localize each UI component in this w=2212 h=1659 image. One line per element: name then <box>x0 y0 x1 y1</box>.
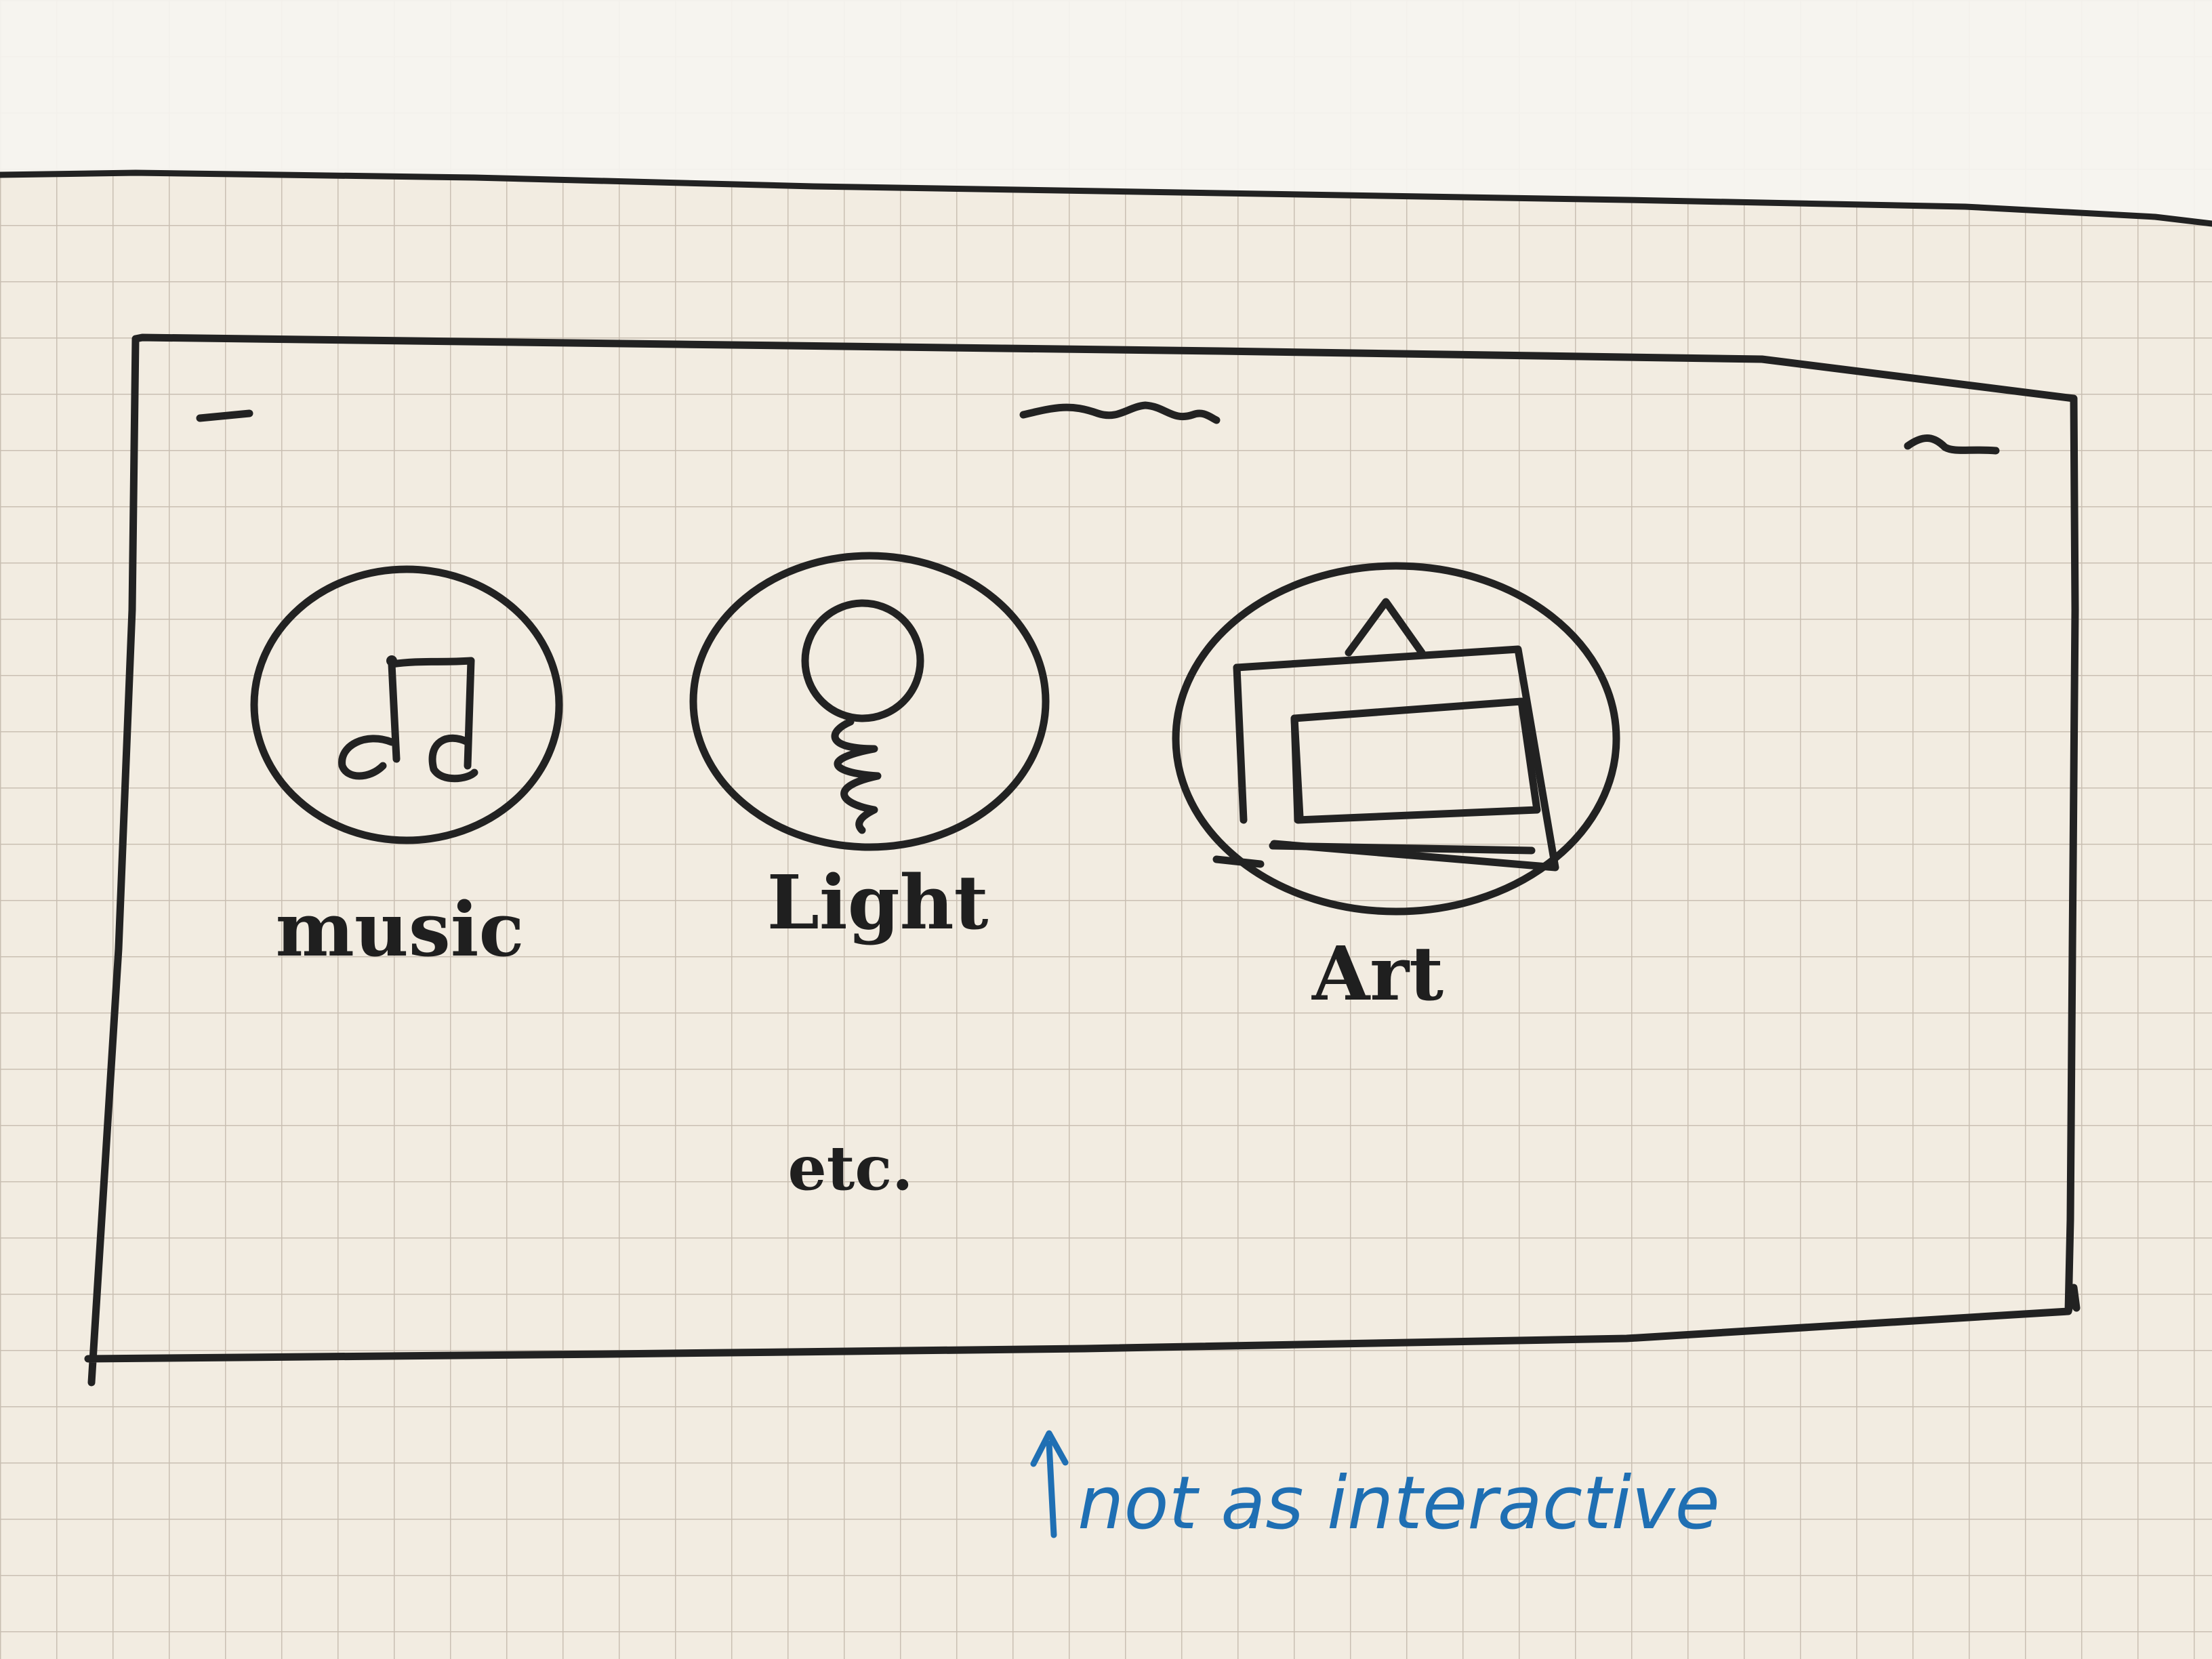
more-items-label: etc. <box>788 1132 914 1204</box>
annotation-text: not as interactive <box>1078 1461 1720 1546</box>
notebook-page: music Light Art etc. not as interactive <box>0 0 2212 1659</box>
left-top-mark <box>196 409 253 422</box>
music-label: music <box>275 886 524 973</box>
paper-grid <box>0 0 2212 1659</box>
art-label: Art <box>1311 930 1443 1017</box>
light-label: Light <box>767 859 989 946</box>
